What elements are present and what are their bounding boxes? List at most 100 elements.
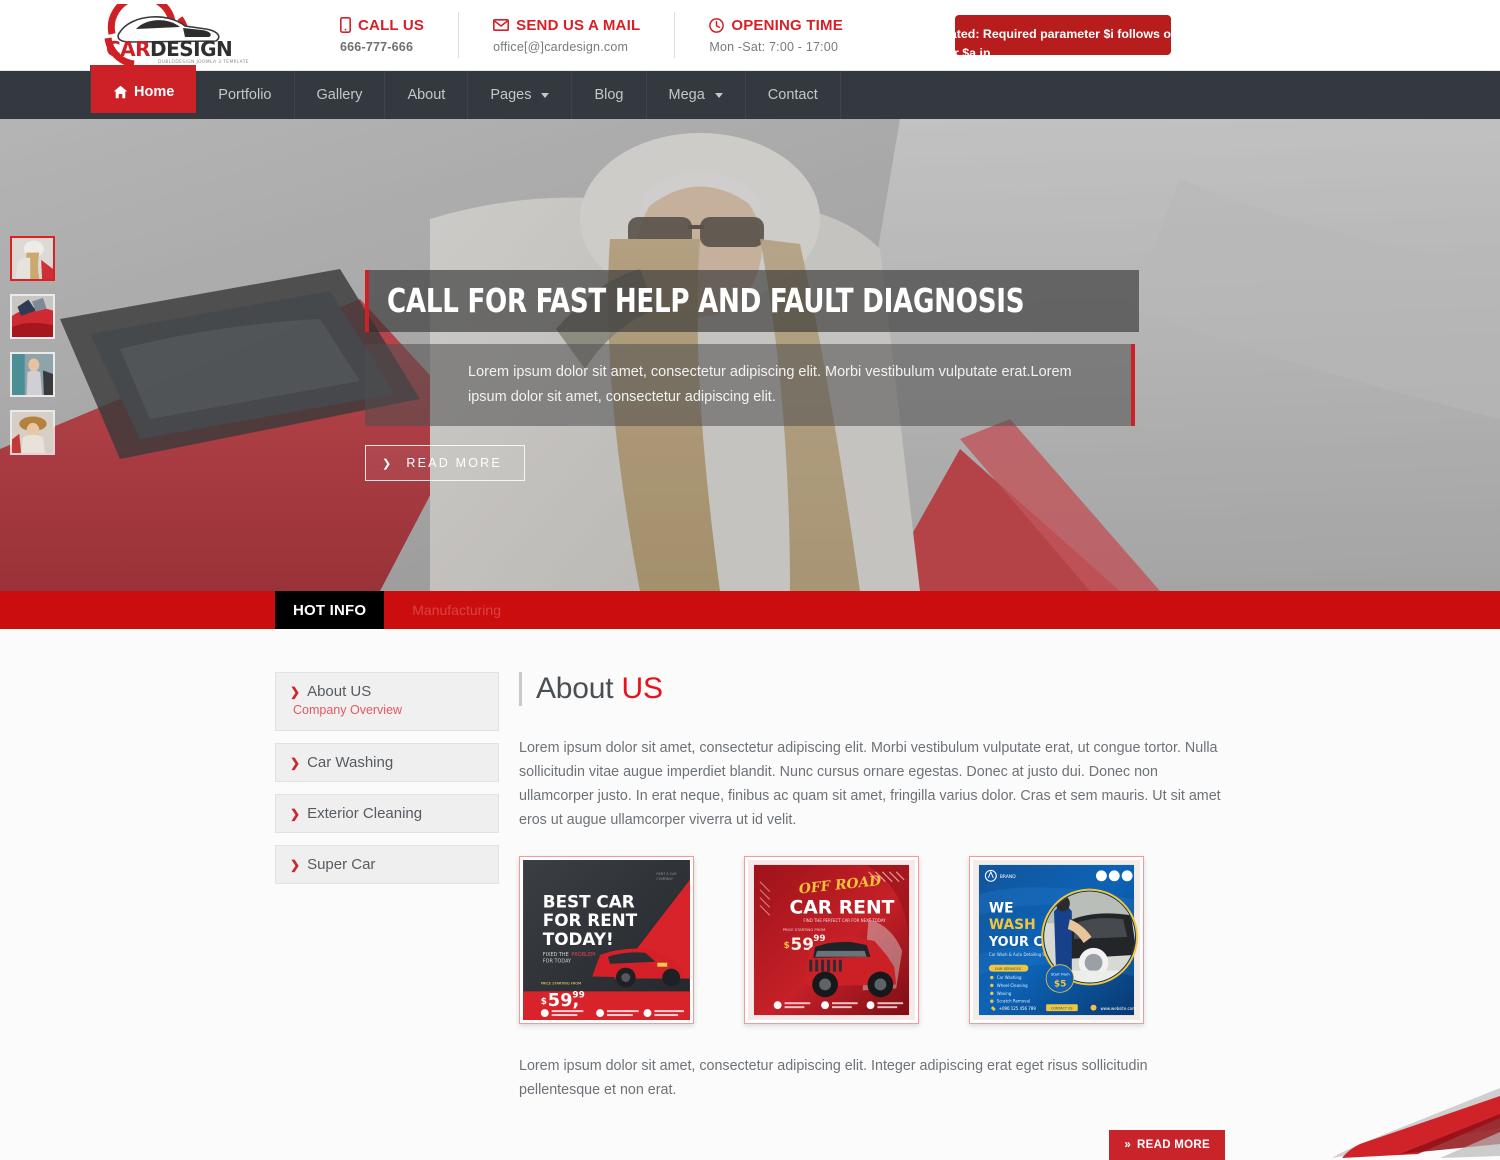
svg-text:BEST CAR: BEST CAR [543, 891, 635, 911]
page-title: About US [519, 672, 1225, 706]
call-us-label: CALL US [358, 16, 425, 34]
contact-info-group: CALL US 666-777-666 SEND US A MAIL offic… [306, 12, 877, 58]
about-section: About US Lorem ipsum dolor sit amet, con… [519, 672, 1225, 1160]
nav-label-contact: Contact [767, 87, 818, 103]
send-mail-label: SEND US A MAIL [516, 16, 641, 34]
sidebar-item-about-us[interactable]: ❯ About US Company Overview [275, 672, 499, 731]
chevron-right-icon: ❯ [290, 685, 301, 699]
read-more-row: » READ MORE [519, 1130, 1225, 1160]
hot-info-ticker: HOT INFO Manufacturing [0, 591, 1500, 629]
opening-time-value: Mon -Sat: 7:00 - 17:00 [709, 39, 839, 54]
svg-text:$: $ [784, 941, 790, 951]
call-us-heading: CALL US [340, 17, 424, 34]
home-icon [113, 85, 128, 99]
slide-thumb-4[interactable] [10, 410, 55, 455]
svg-text:$5: $5 [1054, 979, 1066, 989]
svg-text:WE: WE [989, 900, 1014, 916]
sidebar-item-exterior-cleaning[interactable]: ❯ Exterior Cleaning [275, 794, 499, 833]
thumb-image-1 [12, 238, 53, 279]
svg-text:CONTACT US: CONTACT US [1051, 1007, 1073, 1011]
sidebar-sub-about-us: Company Overview [293, 703, 403, 717]
nav-item-blog[interactable]: Blog [572, 71, 647, 119]
nav-label-portfolio: Portfolio [218, 87, 272, 103]
call-us-value: 666-777-666 [340, 39, 414, 54]
about-title-part2: US [621, 672, 663, 705]
svg-text:OUR SERVICES: OUR SERVICES [995, 967, 1022, 971]
slider-thumbnail-strip [10, 236, 58, 455]
card-off-road-car-rent[interactable]: OFF ROAD CAR RENT FIND THE PERFECT CAR F… [744, 856, 919, 1024]
contact-send-mail[interactable]: SEND US A MAIL office[@]cardesign.com [458, 12, 674, 58]
nav-item-contact[interactable]: Contact [746, 71, 841, 119]
sidebar-item-car-washing[interactable]: ❯ Car Washing [275, 743, 499, 782]
nav-item-about[interactable]: About [385, 71, 469, 119]
top-bar: CAR DESIGN DUBLODESIGN JOOMLA 3 TEMPLATE… [0, 0, 1500, 71]
about-read-more-button[interactable]: » READ MORE [1109, 1130, 1225, 1160]
card-image-off-road-car-rent: OFF ROAD CAR RENT FIND THE PERFECT CAR F… [748, 860, 915, 1020]
error-line-2: ter $a in [955, 46, 991, 55]
site-logo[interactable]: CAR DESIGN DUBLODESIGN JOOMLA 3 TEMPLATE [90, 4, 260, 66]
services-sidebar: ❯ About US Company Overview ❯ Car Washin… [275, 672, 499, 1160]
ticker-message[interactable]: Manufacturing [384, 591, 501, 629]
opening-time-heading: OPENING TIME [709, 17, 843, 34]
about-read-more-label: READ MORE [1137, 1139, 1210, 1151]
svg-text:Wheel Cleaning: Wheel Cleaning [997, 983, 1028, 988]
send-mail-heading: SEND US A MAIL [493, 17, 640, 34]
card-image-we-wash-your-car: BRAND WE WASH YOUR CAR Car Wash & Auto D… [973, 860, 1140, 1020]
hero-read-more-label: READ MORE [406, 456, 502, 470]
svg-text:Car Washing: Car Washing [997, 975, 1022, 980]
svg-text:Waxing: Waxing [997, 991, 1012, 996]
logo-icon: CAR DESIGN DUBLODESIGN JOOMLA 3 TEMPLATE [104, 4, 249, 66]
clock-icon [709, 17, 725, 33]
slide-thumb-2[interactable] [10, 294, 55, 339]
contact-call-us[interactable]: CALL US 666-777-666 [306, 12, 458, 58]
sidebar-title-car-washing: ❯ Car Washing [290, 754, 486, 771]
hero-title-box: CALL FOR FAST HELP AND FAULT DIAGNOSIS [365, 270, 1140, 332]
svg-text:WASH: WASH [989, 917, 1036, 933]
svg-text:CAR RENT: CAR RENT [790, 897, 895, 918]
svg-text:PRICE STARTING FROM: PRICE STARTING FROM [541, 981, 581, 985]
double-chevron-right-icon: » [1124, 1139, 1132, 1151]
chevron-right-icon: ❯ [290, 756, 301, 770]
hero-read-more-button[interactable]: ❯ READ MORE [365, 445, 525, 481]
nav-label-pages: Pages [490, 87, 532, 103]
thumb-image-3 [12, 354, 53, 395]
nav-label-mega: Mega [668, 87, 705, 103]
slide-thumb-3[interactable] [10, 352, 55, 397]
thumb-image-4 [12, 412, 53, 453]
nav-label-gallery: Gallery [316, 87, 363, 103]
svg-text:www.website.com: www.website.com [1100, 1006, 1136, 1011]
svg-text:Scratch Removal: Scratch Removal [997, 999, 1030, 1004]
sidebar-item-super-car[interactable]: ❯ Super Car [275, 845, 499, 884]
sidebar-title-exterior-cleaning: ❯ Exterior Cleaning [290, 805, 486, 822]
thumb-image-2 [12, 296, 53, 337]
card-best-car-for-rent[interactable]: BEST CAR FOR RENT TODAY! FIXED THE PROBL… [519, 856, 694, 1024]
hero-slider: CALL FOR FAST HELP AND FAULT DIAGNOSIS L… [0, 119, 1500, 591]
nav-item-home[interactable]: Home [90, 65, 197, 113]
nav-item-pages[interactable]: Pages [468, 71, 573, 119]
main-content: ❯ About US Company Overview ❯ Car Washin… [0, 629, 1500, 1160]
svg-text:DESIGN: DESIGN [150, 37, 232, 61]
hero-description-box: Lorem ipsum dolor sit amet, consectetur … [365, 344, 1135, 426]
about-title-part1: About [536, 672, 614, 705]
contact-opening-time[interactable]: OPENING TIME Mon -Sat: 7:00 - 17:00 [674, 12, 877, 58]
sidebar-title-about-us: ❯ About US [290, 683, 486, 700]
slide-thumb-1[interactable] [10, 236, 55, 281]
svg-text:FOR RENT: FOR RENT [543, 910, 638, 930]
nav-label-blog: Blog [594, 87, 624, 103]
sidebar-label-car-washing: Car Washing [307, 754, 394, 771]
card-we-wash-your-car[interactable]: BRAND WE WASH YOUR CAR Car Wash & Auto D… [969, 856, 1144, 1024]
svg-text:FOR TODAY: FOR TODAY [543, 959, 572, 965]
ticker-label: HOT INFO [275, 591, 385, 629]
nav-item-mega[interactable]: Mega [647, 71, 746, 119]
nav-label-about: About [407, 87, 446, 103]
phone-icon [340, 17, 351, 33]
svg-text:BRAND: BRAND [1000, 874, 1017, 880]
nav-item-portfolio[interactable]: Portfolio [196, 71, 295, 119]
svg-text:TODAY!: TODAY! [543, 929, 614, 949]
promo-card-list: BEST CAR FOR RENT TODAY! FIXED THE PROBL… [519, 856, 1225, 1024]
svg-text:Start From: Start From [1051, 973, 1070, 977]
svg-text:99: 99 [572, 990, 584, 1000]
hero-description: Lorem ipsum dolor sit amet, consectetur … [468, 364, 1072, 405]
about-paragraph-2: Lorem ipsum dolor sit amet, consectetur … [519, 1058, 1148, 1098]
nav-item-gallery[interactable]: Gallery [295, 71, 386, 119]
